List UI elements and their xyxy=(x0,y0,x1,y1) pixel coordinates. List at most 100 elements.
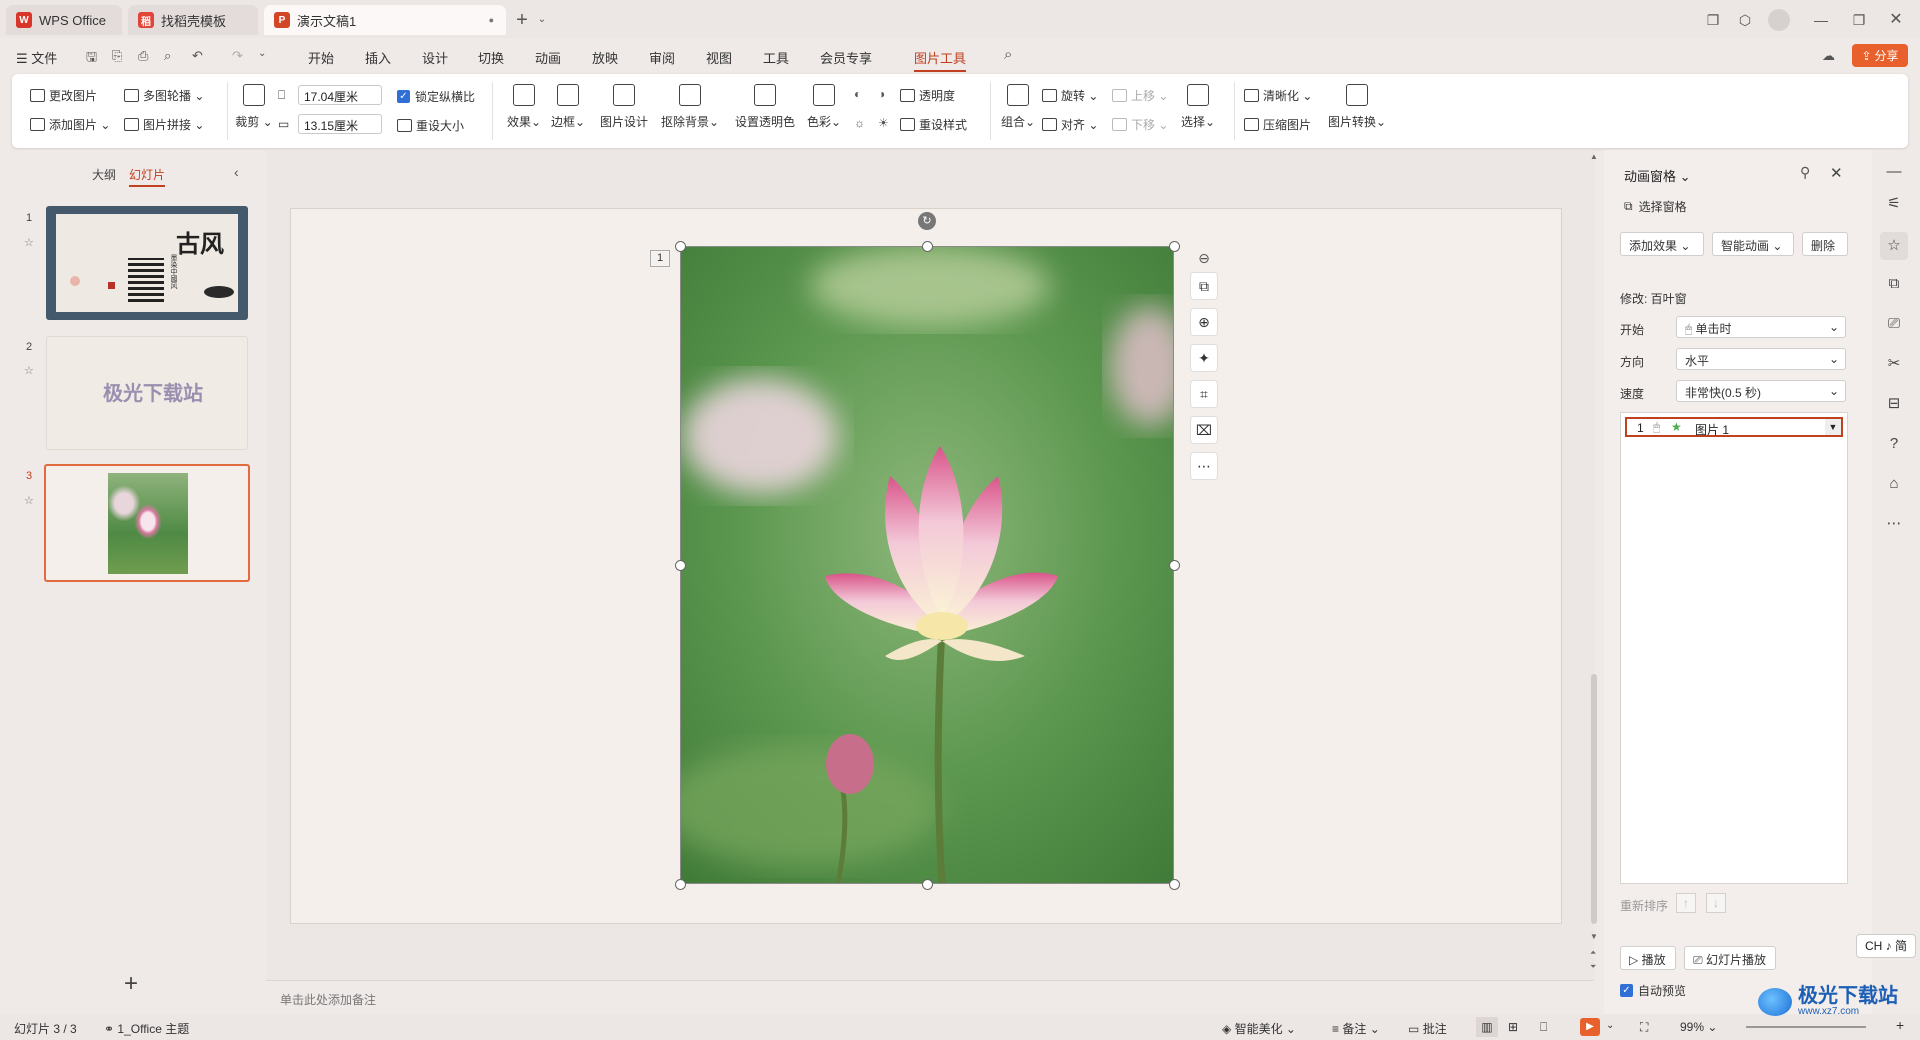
reading-view-icon[interactable]: ⎕ xyxy=(1540,1020,1547,1035)
selection-pane-button[interactable]: ⧉ 选择窗格 xyxy=(1624,198,1687,215)
property-icon[interactable]: ⚟ xyxy=(1884,194,1904,214)
set-transparent-color-button[interactable]: 设置透明色 xyxy=(730,84,800,130)
copy-icon[interactable]: ⧉ xyxy=(1884,274,1904,294)
add-slide-button[interactable]: + xyxy=(124,970,138,998)
theme-name[interactable]: ⚭ 1_Office 主题 xyxy=(104,1020,189,1037)
collapse-float-tools-icon[interactable]: ⊖ xyxy=(1194,250,1214,266)
lotus-picture[interactable] xyxy=(680,246,1174,884)
collapse-icon[interactable]: — xyxy=(1884,162,1904,182)
move-down-button[interactable]: 下移 ⌄ xyxy=(1112,116,1168,133)
resize-handle-e[interactable] xyxy=(1169,560,1180,571)
brightness-down-icon[interactable]: ☀ xyxy=(878,116,889,130)
scrollbar-thumb[interactable] xyxy=(1591,674,1597,924)
brightness-up-icon[interactable]: ☼ xyxy=(854,116,865,130)
image-edit-icon[interactable]: ⎚ xyxy=(1884,314,1904,334)
tab-template[interactable]: 稻 找稻壳模板 xyxy=(128,5,258,35)
tab-outline[interactable]: 大纲 xyxy=(92,166,116,183)
avatar[interactable] xyxy=(1768,9,1790,31)
float-magic-icon[interactable]: ✦ xyxy=(1190,344,1218,372)
border-button[interactable]: 边框⌄ xyxy=(546,84,590,130)
picture-convert-button[interactable]: 图片转换⌄ xyxy=(1324,84,1390,130)
customize-chevron-icon[interactable]: ⌄ xyxy=(258,48,266,59)
contrast-up-icon[interactable]: ◐ xyxy=(854,87,861,101)
slide-thumbnail-1[interactable]: 古风 墨染中國风 xyxy=(46,206,248,320)
change-picture-button[interactable]: 更改图片 xyxy=(30,87,97,104)
resize-handle-w[interactable] xyxy=(675,560,686,571)
slide-anim-star-icon[interactable]: ☆ xyxy=(24,364,34,377)
tab-slides[interactable]: 幻灯片 xyxy=(129,166,166,187)
color-button[interactable]: 色彩⌄ xyxy=(802,84,846,130)
float-crop-icon[interactable]: ⧉ xyxy=(1190,272,1218,300)
remove-background-button[interactable]: 抠除背景⌄ xyxy=(658,84,722,130)
help-icon[interactable]: ? xyxy=(1884,434,1904,454)
picture-design-button[interactable]: 图片设计 xyxy=(596,84,652,130)
lock-ratio-checkbox[interactable]: ✓ 锁定纵横比 xyxy=(397,88,475,105)
scroll-up-icon[interactable]: ▲ xyxy=(1590,152,1598,161)
tab-home[interactable]: 开始 xyxy=(308,48,334,67)
cloud-icon[interactable]: ☁ xyxy=(1822,48,1835,64)
move-down-arrow-icon[interactable]: ↓ xyxy=(1706,893,1726,913)
tab-list-chevron-icon[interactable]: ⌄ xyxy=(532,10,552,30)
print-preview-icon[interactable]: ⌕ xyxy=(164,48,171,64)
slide-sorter-icon[interactable]: ⊞ xyxy=(1508,1020,1518,1034)
zoom-level[interactable]: 99% ⌄ xyxy=(1680,1020,1717,1034)
float-more-icon[interactable]: ⋯ xyxy=(1190,452,1218,480)
normal-view-icon[interactable]: ▥ xyxy=(1476,1017,1498,1037)
item-dropdown-icon[interactable]: ▼ xyxy=(1825,419,1841,435)
prev-slide-icon[interactable]: ⏶ xyxy=(1590,948,1596,958)
rotate-handle-icon[interactable]: ↻ xyxy=(918,212,936,230)
width-field[interactable]: 17.04厘米 xyxy=(298,85,382,105)
notes-area[interactable]: 单击此处添加备注 xyxy=(266,980,1594,1014)
start-select[interactable]: 🖱 单击时 ⌄ xyxy=(1676,316,1846,338)
tab-presentation[interactable]: P 演示文稿1 ● xyxy=(264,5,506,35)
rotate-button[interactable]: 旋转 ⌄ xyxy=(1042,87,1098,104)
unsaved-dot-icon[interactable]: ● xyxy=(489,15,494,25)
search-icon[interactable]: ⌕ xyxy=(1004,46,1012,63)
notes-button[interactable]: ≡ 备注 ⌄ xyxy=(1332,1020,1380,1037)
slide-thumbnail-2[interactable]: 极光下载站 xyxy=(46,336,248,450)
window-layout-icon[interactable]: ❐ xyxy=(1703,10,1723,30)
new-tab-icon[interactable]: + xyxy=(512,10,532,30)
beautify-button[interactable]: ◈ 智能美化 ⌄ xyxy=(1222,1020,1296,1037)
more-icon[interactable]: ⋯ xyxy=(1884,514,1904,534)
print-icon[interactable]: ⎙ xyxy=(138,48,148,64)
animation-order-marker[interactable]: 1 xyxy=(650,250,670,267)
transparency-button[interactable]: 透明度 xyxy=(900,87,955,104)
tools-icon[interactable]: ✂ xyxy=(1884,354,1904,374)
resize-handle-se[interactable] xyxy=(1169,879,1180,890)
next-slide-icon[interactable]: ⏷ xyxy=(1590,962,1596,972)
shirt-icon[interactable]: ⌂ xyxy=(1884,474,1904,494)
tab-tools[interactable]: 工具 xyxy=(763,48,789,67)
float-scan-icon[interactable]: ⌗ xyxy=(1190,380,1218,408)
animation-list-item[interactable]: 1 🖱 ★ 图片 1 ▼ xyxy=(1625,417,1843,437)
ime-indicator[interactable]: CH ♪ 简 xyxy=(1856,934,1916,958)
resize-handle-n[interactable] xyxy=(922,241,933,252)
group-button[interactable]: 组合⌄ xyxy=(996,84,1040,130)
cube-icon[interactable]: ⬡ xyxy=(1735,10,1755,30)
move-up-button[interactable]: 上移 ⌄ xyxy=(1112,87,1168,104)
select-button[interactable]: 选择⌄ xyxy=(1176,84,1220,130)
zoom-slider[interactable] xyxy=(1746,1026,1866,1028)
redo-icon[interactable]: ↷ xyxy=(232,48,243,64)
resize-handle-ne[interactable] xyxy=(1169,241,1180,252)
autopreview-checkbox[interactable]: ✓ 自动预览 xyxy=(1620,982,1686,999)
close-icon[interactable]: ✕ xyxy=(1886,10,1906,30)
contrast-down-icon[interactable]: ◑ xyxy=(878,87,885,101)
reset-size-button[interactable]: 重设大小 xyxy=(397,117,464,134)
slide-anim-star-icon[interactable]: ☆ xyxy=(24,494,34,507)
delete-button[interactable]: 删除 xyxy=(1802,232,1848,256)
crop-button[interactable]: 裁剪 ⌄ xyxy=(232,84,276,130)
tab-design[interactable]: 设计 xyxy=(422,48,448,67)
fit-window-icon[interactable]: ⛶ xyxy=(1640,1020,1648,1035)
clarify-button[interactable]: 清晰化 ⌄ xyxy=(1244,87,1312,104)
tab-member[interactable]: 会员专享 xyxy=(820,48,872,67)
slide-thumbnail-3[interactable] xyxy=(44,464,250,582)
close-pane-icon[interactable]: ✕ xyxy=(1830,164,1843,182)
play-slideshow-icon[interactable]: ▶ xyxy=(1580,1018,1600,1036)
speed-select[interactable]: 非常快(0.5 秒) ⌄ xyxy=(1676,380,1846,402)
tab-wps-office[interactable]: W WPS Office xyxy=(6,5,122,35)
minimize-icon[interactable]: — xyxy=(1811,10,1831,30)
share-button[interactable]: ⇪ 分享 xyxy=(1852,44,1908,67)
add-picture-button[interactable]: 添加图片 ⌄ xyxy=(30,116,110,133)
direction-select[interactable]: 水平 ⌄ xyxy=(1676,348,1846,370)
